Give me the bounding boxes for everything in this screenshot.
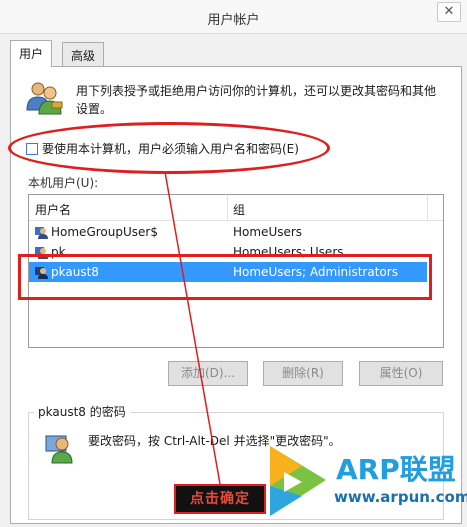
table-row[interactable]: HomeGroupUser$ HomeUsers [29, 222, 427, 242]
column-header-group[interactable]: 组 [233, 201, 245, 218]
password-group-title: pkaust8 的密码 [34, 403, 130, 420]
row-group: HomeUsers; Users [233, 245, 344, 259]
require-login-label: 要使用本计算机，用户必须输入用户名和密码(E) [42, 142, 299, 156]
properties-button[interactable]: 属性(O) [359, 361, 443, 386]
close-icon: ✕ [443, 4, 455, 19]
annotation-label: 点击确定 [174, 484, 266, 514]
user-icon [34, 245, 48, 262]
require-login-checkbox[interactable] [26, 142, 38, 155]
tab-advanced-label: 高级 [71, 49, 96, 63]
row-group: HomeUsers [233, 225, 303, 239]
column-separator[interactable] [427, 195, 428, 221]
users-listview[interactable]: 用户名 组 HomeGroupUser$ HomeUsers pk HomeUs… [28, 194, 444, 348]
play-logo-icon [270, 446, 326, 516]
table-row-selected[interactable]: pkaust8 HomeUsers; Administrators [29, 262, 427, 282]
close-button[interactable]: ✕ [437, 2, 461, 22]
password-user-icon [44, 432, 76, 467]
row-group: HomeUsers; Administrators [233, 265, 398, 279]
tab-users-label: 用户 [19, 47, 44, 61]
require-login-row[interactable]: 要使用本计算机，用户必须输入用户名和密码(E) [26, 140, 299, 157]
window-title: 用户帐户 [207, 13, 260, 28]
watermark: ARP联盟 www.arpun.com [262, 436, 467, 524]
row-username: pkaust8 [51, 265, 99, 279]
list-header: 用户名 组 [29, 195, 443, 221]
intro-text: 用下列表授予或拒绝用户访问你的计算机，还可以更改其密码和其他设置。 [76, 84, 437, 116]
title-bar: 用户帐户 ✕ [0, 0, 467, 34]
users-icon [24, 80, 64, 119]
row-username: HomeGroupUser$ [51, 225, 158, 239]
add-user-button[interactable]: 添加(D)... [168, 361, 248, 386]
watermark-url: www.arpun.com [334, 488, 467, 506]
watermark-brand: ARP联盟 [336, 453, 456, 486]
local-users-label: 本机用户(U): [28, 176, 99, 190]
user-icon [34, 225, 48, 242]
user-icon [34, 265, 48, 282]
row-username: pk [51, 245, 66, 259]
delete-user-button[interactable]: 删除(R) [263, 361, 343, 386]
column-header-username[interactable]: 用户名 [35, 201, 71, 218]
table-row[interactable]: pk HomeUsers; Users [29, 242, 427, 262]
tab-users[interactable]: 用户 [10, 40, 53, 67]
tab-advanced[interactable]: 高级 [62, 42, 105, 66]
column-separator[interactable] [227, 195, 228, 221]
